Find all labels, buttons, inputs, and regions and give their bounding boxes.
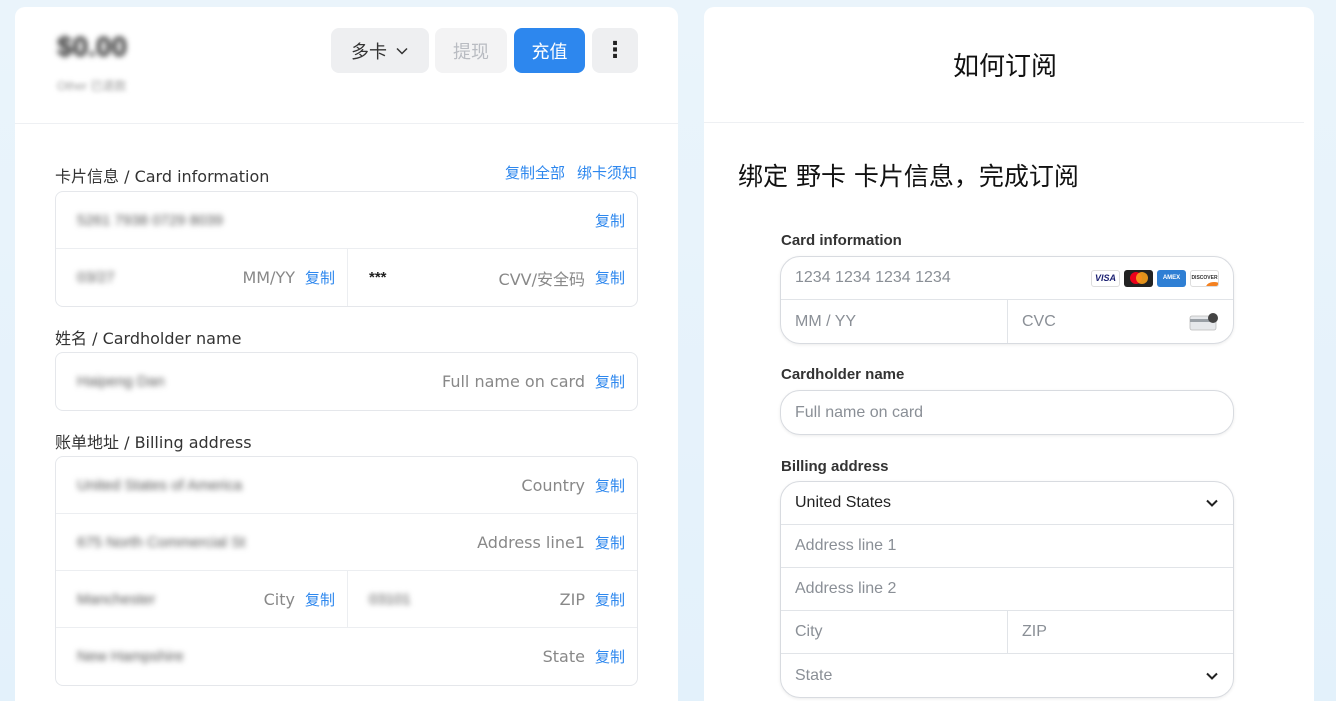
balance-header: $0.00 Other 已退款 多卡 提现 充值 ⋮: [15, 7, 678, 124]
copy-expiry-link[interactable]: 复制: [305, 267, 335, 288]
card-details-panel: $0.00 Other 已退款 多卡 提现 充值 ⋮ 卡片信息 / Card i…: [15, 7, 678, 701]
balance-subtext: Other 已退款: [57, 79, 127, 93]
address-value: 675 North Commercial St: [77, 533, 246, 551]
expiry-value: 03/27: [77, 269, 115, 286]
amex-icon: AMEX: [1157, 269, 1186, 287]
cvc-input[interactable]: CVC: [1022, 313, 1056, 331]
expiry-hint: MM/YY: [242, 268, 295, 287]
zip-hint: ZIP: [559, 589, 585, 609]
country-row: United States of America Country 复制: [56, 457, 637, 514]
city-hint: City: [263, 589, 295, 609]
zip-input[interactable]: ZIP: [1022, 623, 1047, 641]
card-number-input[interactable]: 1234 1234 1234 1234: [795, 269, 951, 287]
more-options-button[interactable]: ⋮: [592, 28, 638, 73]
cardholder-name-box: Haipeng Dan Full name on card 复制: [55, 352, 638, 411]
address-hint: Address line1: [477, 532, 585, 552]
address-line2-input[interactable]: Address line 2: [795, 580, 896, 598]
guide-subtitle: 绑定 野卡 卡片信息，完成订阅: [738, 162, 1079, 191]
card-number-value: 5261 7938 0729 8039: [77, 211, 223, 229]
stripe-card-info-label: Card information: [781, 232, 902, 249]
guide-title: 如何订阅: [952, 52, 1057, 82]
copy-cvv-link[interactable]: 复制: [595, 267, 625, 288]
cvv-hint: CVV/安全码: [498, 269, 585, 289]
copy-city-link[interactable]: 复制: [305, 589, 335, 610]
card-select-dropdown[interactable]: 多卡: [331, 28, 429, 73]
copy-card-number-link[interactable]: 复制: [595, 210, 625, 231]
card-select-label: 多卡: [351, 41, 387, 63]
copy-name-link[interactable]: 复制: [595, 371, 625, 392]
cardholder-name-label: 姓名 / Cardholder name: [55, 329, 242, 348]
country-value: United States of America: [77, 476, 243, 494]
state-select[interactable]: State: [781, 654, 1233, 697]
stripe-billing-label: Billing address: [781, 458, 889, 475]
card-brand-icons: VISA AMEX DISCOVER: [1091, 269, 1219, 287]
stripe-cardholder-label: Cardholder name: [781, 366, 905, 383]
stripe-expiry-cvc-row: MM / YY CVC: [781, 300, 1233, 343]
cardholder-name-input[interactable]: Full name on card: [795, 404, 923, 422]
zip-value: 03101: [369, 590, 411, 608]
copy-address-link[interactable]: 复制: [595, 532, 625, 553]
balance-amount: $0.00: [57, 31, 128, 62]
stripe-billing-group: United States Address line 1 Address lin…: [780, 481, 1234, 698]
subscription-guide-panel: 如何订阅 绑定 野卡 卡片信息，完成订阅 Card information 12…: [704, 7, 1314, 701]
stripe-card-info-group: 1234 1234 1234 1234 VISA AMEX DISCOVER M…: [780, 256, 1234, 344]
more-vertical-icon: ⋮: [604, 37, 626, 63]
expiry-input[interactable]: MM / YY: [795, 313, 856, 331]
address-line2-row: Address line 2: [781, 568, 1233, 611]
stripe-cardholder-row: Full name on card: [781, 391, 1233, 434]
card-number-row: 5261 7938 0729 8039 复制: [56, 192, 637, 249]
expiry-cvv-row: 03/27 MM/YY 复制 *** CVV/安全码 复制: [56, 249, 637, 306]
address-line1-row: Address line 1: [781, 525, 1233, 568]
copy-state-link[interactable]: 复制: [595, 646, 625, 667]
city-value: Manchester: [77, 590, 156, 608]
cvv-value: ***: [369, 269, 387, 286]
state-value: New Hampshire: [77, 648, 184, 665]
address-line1-input[interactable]: Address line 1: [795, 537, 896, 555]
city-zip-row: City ZIP: [781, 611, 1233, 654]
billing-address-label: 账单地址 / Billing address: [55, 433, 252, 452]
chevron-down-icon: [1206, 672, 1218, 680]
state-select-value: State: [795, 666, 833, 684]
stripe-card-number-row[interactable]: 1234 1234 1234 1234 VISA AMEX DISCOVER: [781, 257, 1233, 300]
copy-all-link[interactable]: 复制全部: [505, 162, 565, 183]
state-hint: State: [542, 647, 585, 666]
visa-icon: VISA: [1091, 269, 1120, 287]
recharge-button[interactable]: 充值: [514, 28, 585, 73]
chevron-down-icon: [396, 47, 408, 55]
cvc-card-icon: [1189, 312, 1218, 330]
country-hint: Country: [521, 475, 585, 495]
cardholder-name-value: Haipeng Dan: [77, 373, 165, 390]
withdraw-button[interactable]: 提现: [435, 28, 507, 73]
discover-icon: DISCOVER: [1190, 269, 1219, 287]
binding-notice-link[interactable]: 绑卡须知: [577, 162, 637, 183]
city-input[interactable]: City: [795, 623, 823, 641]
chevron-down-icon: [1206, 499, 1218, 507]
cardholder-name-hint: Full name on card: [442, 372, 585, 391]
card-info-box: 5261 7938 0729 8039 复制 03/27 MM/YY 复制 **…: [55, 191, 638, 307]
card-info-actions: 复制全部 绑卡须知: [505, 162, 637, 183]
copy-zip-link[interactable]: 复制: [595, 589, 625, 610]
state-row: New Hampshire State 复制: [56, 628, 637, 685]
billing-address-box: United States of America Country 复制 675 …: [55, 456, 638, 686]
city-zip-row: Manchester City 复制 03101 ZIP 复制: [56, 571, 637, 628]
country-select[interactable]: United States: [781, 482, 1233, 525]
card-info-label: 卡片信息 / Card information: [55, 167, 270, 186]
stripe-cardholder-group: Full name on card: [780, 390, 1234, 435]
mastercard-icon: [1124, 269, 1153, 287]
guide-header: 如何订阅: [704, 7, 1304, 123]
copy-country-link[interactable]: 复制: [595, 475, 625, 496]
address-row: 675 North Commercial St Address line1 复制: [56, 514, 637, 571]
cardholder-name-row: Haipeng Dan Full name on card 复制: [56, 353, 637, 410]
country-select-value: United States: [795, 494, 892, 511]
